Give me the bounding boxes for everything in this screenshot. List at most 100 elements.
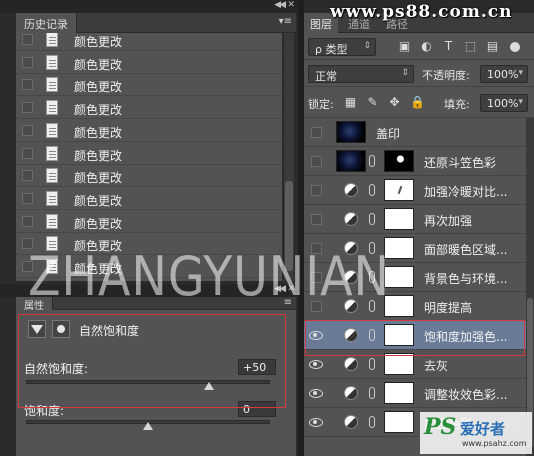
visibility-eye-icon[interactable] (311, 127, 322, 138)
lock-label: 锁定: (308, 98, 334, 111)
layer-mask-thumbnail[interactable] (384, 150, 414, 172)
layer-row[interactable]: 盖印 (304, 118, 526, 147)
smart-object-filter-icon[interactable]: ▤ (486, 40, 499, 53)
psahz-logo: PS 爱好者 www.psahz.com (420, 412, 532, 454)
link-chain-icon[interactable] (369, 387, 375, 399)
visibility-eye-icon[interactable] (311, 214, 322, 225)
visibility-eye-icon[interactable] (308, 386, 323, 400)
layer-name: 背景色与环境... (424, 272, 508, 286)
history-snapshot-checkbox[interactable] (22, 215, 33, 227)
type-filter-icon[interactable]: T (442, 40, 455, 53)
adjustment-layer-icon (344, 415, 358, 429)
history-item-label: 颜色更改 (74, 171, 123, 186)
link-chain-icon[interactable] (369, 155, 375, 167)
fill-label: 填充: (444, 98, 470, 111)
history-item-label: 颜色更改 (74, 216, 123, 231)
link-chain-icon[interactable] (369, 184, 375, 196)
adjustment-filter-icon[interactable]: ◐ (420, 40, 433, 53)
pixel-filter-icon[interactable]: ▣ (398, 40, 411, 53)
adjustment-layer-icon (344, 183, 358, 197)
adjustment-layer-icon (344, 212, 358, 226)
layer-name: 盖印 (376, 127, 401, 141)
chevron-down-icon: ▾ (518, 68, 523, 78)
history-item-label: 颜色更改 (74, 193, 123, 208)
site-watermark: www.ps88.com.cn (330, 2, 513, 22)
logo-url-text: www.psahz.com (462, 439, 527, 448)
lock-position-move-icon[interactable]: ✥ (388, 96, 401, 109)
layer-name: 调整妆效色彩... (424, 388, 508, 402)
chevron-down-icon: ⇕ (401, 68, 409, 78)
history-snapshot-checkbox[interactable] (22, 79, 33, 91)
layer-mask-thumbnail[interactable] (384, 382, 414, 404)
history-item[interactable]: 颜色更改 (16, 188, 282, 210)
layer-name: 明度提高 (424, 301, 473, 315)
adjustment-layer-icon (344, 386, 358, 400)
history-item[interactable]: 颜色更改 (16, 120, 282, 142)
filter-toggle-icon[interactable] (510, 42, 520, 52)
layer-row[interactable]: 调整妆效色彩... (304, 379, 526, 408)
visibility-eye-icon[interactable] (308, 415, 323, 429)
lock-pixels-brush-icon[interactable]: ✎ (366, 96, 379, 109)
history-item[interactable]: 颜色更改 (16, 143, 282, 165)
layer-mask-thumbnail[interactable] (384, 353, 414, 375)
history-tab-row: 历史记录 ▾≡ (16, 13, 296, 33)
history-item-label: 颜色更改 (74, 125, 123, 140)
history-item-label: 颜色更改 (74, 57, 123, 72)
history-scrollbar[interactable] (284, 33, 294, 281)
fill-value: 100% (487, 97, 519, 110)
history-item[interactable]: 颜色更改 (16, 74, 282, 97)
visibility-eye-icon[interactable] (311, 156, 322, 167)
layer-mask-thumbnail[interactable] (384, 208, 414, 230)
filter-label: ρ 类型 (315, 43, 348, 56)
history-item[interactable]: 颜色更改 (16, 33, 282, 51)
layer-name: 还原斗笠色彩 (424, 156, 497, 170)
layer-row[interactable]: 再次加强 (304, 205, 526, 234)
history-item[interactable]: 颜色更改 (16, 165, 282, 188)
opacity-field[interactable]: 100% ▾ (480, 65, 528, 83)
layer-mask-thumbnail[interactable] (384, 179, 414, 201)
layer-mask-thumbnail[interactable] (384, 411, 414, 433)
document-icon (46, 33, 58, 47)
fill-field[interactable]: 100% ▾ (480, 94, 528, 112)
blend-mode-dropdown[interactable]: 正常 ⇕ (308, 65, 414, 83)
collapse-icon[interactable]: ◀◀ (274, 0, 286, 10)
history-snapshot-checkbox[interactable] (22, 124, 33, 136)
layer-row[interactable]: 加强冷暖对比... (304, 176, 526, 205)
visibility-eye-icon[interactable] (308, 357, 323, 371)
opacity-value: 100% (487, 68, 519, 81)
history-snapshot-checkbox[interactable] (22, 34, 33, 45)
layer-row[interactable]: 还原斗笠色彩 (304, 147, 526, 176)
document-icon (46, 145, 58, 161)
tab-history[interactable]: 历史记录 (16, 13, 77, 33)
history-item-label: 颜色更改 (74, 103, 123, 118)
adjustment-layer-icon (344, 357, 358, 371)
history-item[interactable]: 颜色更改 (16, 97, 282, 120)
layer-filter-dropdown[interactable]: ρ 类型 ⇕ (308, 38, 376, 56)
visibility-eye-icon[interactable] (311, 185, 322, 196)
layers-scrollbar[interactable] (526, 118, 534, 456)
lock-transparent-icon[interactable]: ▦ (344, 96, 357, 109)
history-snapshot-checkbox[interactable] (22, 192, 33, 204)
blend-row: 正常 ⇕ 不透明度: 100% ▾ (304, 61, 534, 87)
history-collapse-bar[interactable]: ◀◀ ✕ (0, 0, 298, 13)
history-snapshot-checkbox[interactable] (22, 56, 33, 68)
link-chain-icon[interactable] (369, 358, 375, 370)
link-chain-icon[interactable] (369, 213, 375, 225)
blend-mode-value: 正常 (315, 70, 337, 83)
shape-filter-icon[interactable]: ⬚ (464, 40, 477, 53)
document-icon (46, 77, 58, 93)
document-icon (46, 54, 58, 70)
history-snapshot-checkbox[interactable] (22, 102, 33, 114)
history-snapshot-checkbox[interactable] (22, 170, 33, 182)
history-snapshot-checkbox[interactable] (22, 147, 33, 159)
chevron-down-icon: ▾ (518, 97, 523, 107)
link-chain-icon[interactable] (369, 416, 375, 428)
history-item[interactable]: 颜色更改 (16, 211, 282, 233)
panel-menu-icon[interactable]: ▾≡ (279, 16, 292, 27)
lock-all-icon[interactable]: 🔒 (410, 96, 425, 109)
saturation-slider-thumb[interactable] (143, 422, 153, 430)
author-watermark: ZHANGYUNIAN (28, 245, 390, 308)
history-item[interactable]: 颜色更改 (16, 52, 282, 74)
layers-dock: 图层 通道 路径 ρ 类型 ⇕ ▣ ◐ T ⬚ ▤ 正常 ⇕ 不透明度: 100… (304, 0, 534, 456)
close-icon[interactable]: ✕ (287, 0, 295, 10)
